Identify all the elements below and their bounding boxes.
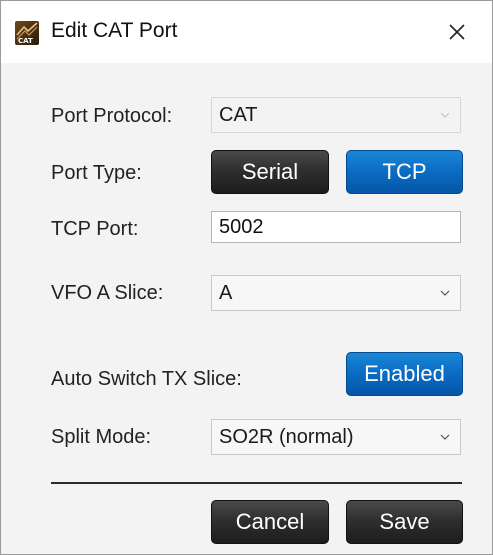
divider (51, 482, 462, 484)
tcp-port-input[interactable]: 5002 (211, 211, 461, 243)
port-protocol-value: CAT (219, 104, 258, 126)
vfo-a-slice-value: A (219, 282, 233, 304)
tcp-port-label: TCP Port: (51, 218, 139, 240)
chevron-down-icon (440, 98, 450, 132)
port-type-label: Port Type: (51, 162, 142, 184)
save-button[interactable]: Save (346, 500, 463, 544)
edit-cat-port-dialog: CAT Edit CAT Port Port Protocol: CAT Por… (0, 0, 493, 555)
dialog-content: Port Protocol: CAT Port Type: Serial TCP… (1, 63, 492, 554)
close-x-icon (449, 24, 465, 40)
port-protocol-label: Port Protocol: (51, 105, 173, 127)
cancel-button[interactable]: Cancel (211, 500, 329, 544)
split-mode-label: Split Mode: (51, 426, 152, 448)
svg-text:CAT: CAT (18, 37, 33, 45)
split-mode-select[interactable]: SO2R (normal) (211, 419, 461, 455)
title-bar: CAT Edit CAT Port (1, 1, 492, 63)
chevron-down-icon (440, 276, 450, 310)
auto-switch-enabled-button[interactable]: Enabled (346, 352, 463, 396)
split-mode-value: SO2R (normal) (219, 426, 354, 448)
close-button[interactable] (440, 15, 474, 49)
auto-switch-tx-slice-label: Auto Switch TX Slice: (51, 368, 242, 390)
serial-button[interactable]: Serial (211, 150, 329, 194)
vfo-a-slice-label: VFO A Slice: (51, 282, 164, 304)
vfo-a-slice-select[interactable]: A (211, 275, 461, 311)
cat-app-icon: CAT (15, 21, 39, 45)
port-protocol-select: CAT (211, 97, 461, 133)
chevron-down-icon (440, 420, 450, 454)
tcp-button[interactable]: TCP (346, 150, 463, 194)
window-title: Edit CAT Port (51, 19, 178, 42)
